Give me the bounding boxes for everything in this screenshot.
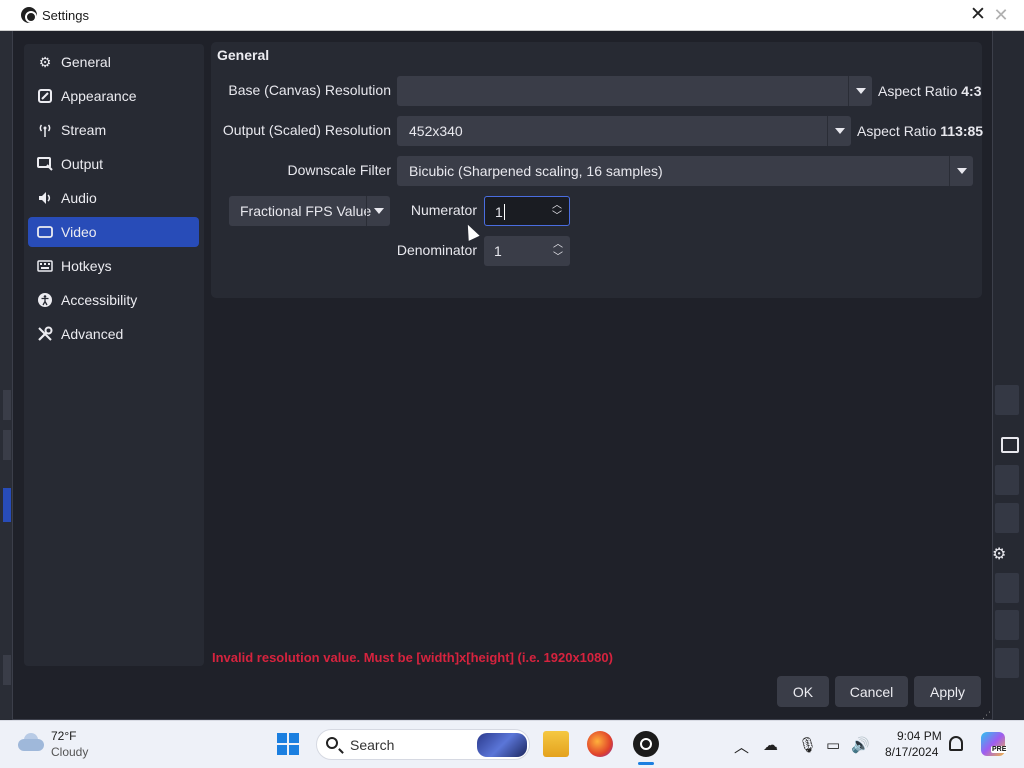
aspect-ratio-value: 113:85 (940, 123, 984, 139)
sidebar-item-label: Appearance (61, 88, 137, 104)
background-gear-icon[interactable]: ⚙ (992, 544, 1006, 564)
sidebar-item-label: Output (61, 156, 104, 172)
background-button[interactable] (995, 573, 1019, 603)
sidebar-item-label: Hotkeys (61, 258, 112, 274)
sidebar-item-appearance[interactable]: Appearance (28, 81, 199, 111)
microphone-icon[interactable]: 🎙 (798, 736, 817, 754)
numerator-value: 1 (495, 204, 503, 220)
downscale-filter-label: Downscale Filter (287, 162, 391, 178)
downscale-filter-value: Bicubic (Sharpened scaling, 16 samples) (409, 163, 663, 179)
active-app-indicator (638, 762, 654, 765)
sidebar-item-label: Accessibility (61, 292, 138, 308)
sidebar-item-accessibility[interactable]: Accessibility (28, 285, 199, 315)
sidebar-item-label: Video (61, 224, 97, 240)
background-button[interactable] (995, 385, 1019, 415)
background-button[interactable] (995, 610, 1019, 640)
output-aspect-ratio: Aspect Ratio 113:85 (857, 123, 983, 139)
apply-button[interactable]: Apply (914, 676, 981, 707)
section-title: General (217, 47, 270, 63)
search-placeholder: Search (350, 737, 395, 753)
fps-type-combo[interactable]: Fractional FPS Value (229, 196, 390, 226)
firefox-icon[interactable] (587, 731, 613, 757)
text-caret (503, 204, 505, 220)
cancel-button[interactable]: Cancel (835, 676, 908, 707)
window-title: Settings (42, 8, 89, 23)
title-bar: Settings ✕ ✕ (0, 0, 1024, 31)
appearance-icon (36, 87, 54, 105)
sidebar-item-label: Stream (61, 122, 107, 138)
clock-date[interactable]: 8/17/2024 (885, 745, 938, 759)
sidebar-item-output[interactable]: Output (28, 149, 199, 179)
copilot-badge: PRE (991, 746, 1008, 753)
search-icon (326, 737, 338, 749)
search-highlight-image (477, 733, 527, 757)
obs-app-icon (21, 7, 37, 23)
base-resolution-label: Base (Canvas) Resolution (228, 82, 391, 98)
chevron-down-icon[interactable] (949, 156, 973, 186)
chevron-down-icon[interactable] (366, 196, 390, 226)
accessibility-icon (36, 291, 54, 309)
windows-start-icon[interactable] (277, 733, 299, 755)
aspect-ratio-label: Aspect Ratio (878, 83, 958, 99)
chevron-down-icon[interactable] (827, 116, 851, 146)
sidebar-item-hotkeys[interactable]: Hotkeys (28, 251, 199, 281)
numerator-label: Numerator (410, 202, 477, 218)
obs-taskbar-icon[interactable] (633, 731, 659, 757)
taskbar-search[interactable]: Search (316, 729, 530, 760)
background-right-edge: ✕ (993, 0, 1024, 720)
keyboard-icon (36, 257, 54, 275)
cloud-icon[interactable] (18, 733, 44, 751)
sidebar-item-label: General (61, 54, 111, 70)
gear-icon: ⚙ (38, 53, 52, 70)
sidebar-item-stream[interactable]: Stream (28, 115, 199, 145)
sidebar-item-audio[interactable]: Audio (28, 183, 199, 213)
sidebar-item-general[interactable]: ⚙ General (28, 47, 199, 77)
weather-condition[interactable]: Cloudy (51, 745, 88, 759)
cloud-offline-icon[interactable]: ☁ (763, 736, 778, 754)
background-window-close-icon[interactable]: ✕ (991, 4, 1011, 26)
background-dock-icon[interactable] (1001, 437, 1019, 453)
chevron-down-icon[interactable]: ﹀ (547, 210, 567, 223)
sidebar-item-label: Advanced (61, 326, 124, 342)
settings-sidebar: ⚙ General Appearance Stream Output Audio… (24, 44, 204, 666)
sidebar-item-advanced[interactable]: Advanced (28, 319, 199, 349)
fps-type-value: Fractional FPS Value (240, 203, 372, 219)
denominator-spinbox[interactable]: 1 ︿ ﹀ (484, 236, 570, 266)
aspect-ratio-value: 4:3 (961, 83, 982, 99)
output-resolution-value: 452x340 (409, 123, 463, 139)
close-icon[interactable]: ✕ (968, 4, 988, 26)
base-resolution-combo[interactable] (397, 76, 872, 106)
output-resolution-combo[interactable]: 452x340 (397, 116, 851, 146)
speaker-icon (36, 189, 54, 207)
chevron-down-icon[interactable]: ﹀ (548, 251, 568, 264)
background-button[interactable] (995, 465, 1019, 495)
denominator-value: 1 (494, 243, 502, 259)
file-explorer-icon[interactable] (543, 731, 569, 757)
output-resolution-label: Output (Scaled) Resolution (222, 122, 391, 138)
ok-button[interactable]: OK (777, 676, 829, 707)
background-button[interactable] (995, 648, 1019, 678)
numerator-spinbox[interactable]: 1 ︿ ﹀ (484, 196, 570, 226)
volume-icon[interactable]: 🔊 (851, 736, 870, 754)
chevron-down-icon[interactable] (848, 76, 872, 106)
tools-icon (36, 325, 54, 343)
chevron-up-icon[interactable]: ︿ (734, 736, 749, 757)
background-button[interactable] (995, 503, 1019, 533)
background-left-edge (0, 0, 12, 720)
broadcast-icon (36, 121, 54, 139)
weather-temperature[interactable]: 72°F (51, 729, 76, 743)
copilot-icon[interactable]: PRE (981, 732, 1008, 756)
denominator-label: Denominator (396, 242, 477, 258)
aspect-ratio-label: Aspect Ratio (857, 123, 937, 139)
error-message: Invalid resolution value. Must be [width… (212, 650, 613, 665)
monitor-icon (36, 223, 54, 241)
downscale-filter-combo[interactable]: Bicubic (Sharpened scaling, 16 samples) (397, 156, 973, 186)
display-icon[interactable]: ▭ (826, 736, 840, 754)
output-icon (36, 155, 54, 173)
notification-bell-icon[interactable] (949, 736, 963, 751)
sidebar-item-label: Audio (61, 190, 97, 206)
sidebar-item-video[interactable]: Video (28, 217, 199, 247)
clock-time[interactable]: 9:04 PM (897, 729, 942, 743)
base-aspect-ratio: Aspect Ratio 4:3 (878, 83, 982, 99)
